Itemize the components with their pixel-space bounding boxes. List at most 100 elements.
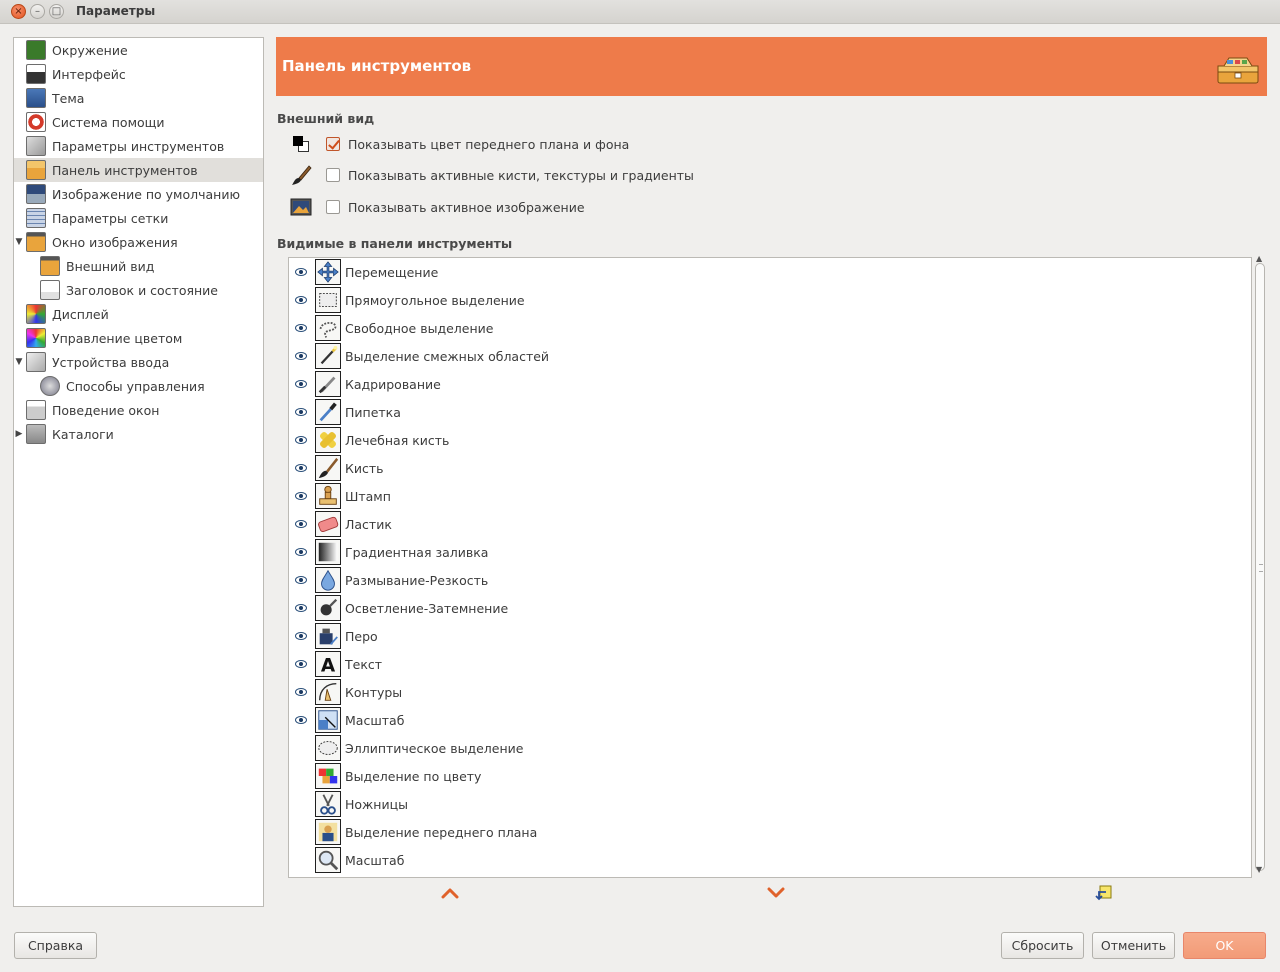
tool-row[interactable]: Ластик (289, 510, 1251, 538)
sidebar-item-theme[interactable]: Тема (14, 86, 263, 110)
sidebar-item-grid[interactable]: Параметры сетки (14, 206, 263, 230)
tool-row[interactable]: Эллиптическое выделение (289, 734, 1251, 762)
visibility-eye-icon[interactable] (295, 632, 307, 640)
sidebar-item-title-status[interactable]: Заголовок и состояние (14, 278, 263, 302)
tool-row[interactable]: Лечебная кисть (289, 426, 1251, 454)
visibility-eye-icon[interactable] (295, 520, 307, 528)
tool-row[interactable]: Свободное выделение (289, 314, 1251, 342)
visibility-eye-icon[interactable] (295, 688, 307, 696)
tool-row[interactable]: Выделение переднего плана (289, 818, 1251, 846)
sidebar-item-color-management[interactable]: Управление цветом (14, 326, 263, 350)
sidebar-item-default-image[interactable]: Изображение по умолчанию (14, 182, 263, 206)
crop-icon (315, 371, 341, 397)
text-tool-icon: A (315, 651, 341, 677)
option-show-fg-bg[interactable]: Показывать цвет переднего плана и фона (290, 133, 629, 155)
scroll-thumb[interactable] (1255, 263, 1265, 871)
option-show-brushes[interactable]: Показывать активные кисти, текстуры и гр… (290, 164, 694, 186)
tool-row[interactable]: Штамп (289, 482, 1251, 510)
tool-row[interactable]: Контуры (289, 678, 1251, 706)
sidebar-item-display[interactable]: Дисплей (14, 302, 263, 326)
active-image-checkbox[interactable] (326, 200, 340, 214)
sidebar-item-toolbox[interactable]: Панель инструментов (14, 158, 263, 182)
window-close-button[interactable]: × (11, 4, 26, 19)
sidebar-item-image-window[interactable]: ▼ Окно изображения (14, 230, 263, 254)
sidebar-item-input-devices[interactable]: ▼ Устройства ввода (14, 350, 263, 374)
tool-row[interactable]: Кадрирование (289, 370, 1251, 398)
select-by-color-icon (315, 763, 341, 789)
tool-row[interactable]: Осветление-Затемнение (289, 594, 1251, 622)
sidebar-item-help-system[interactable]: Система помощи (14, 110, 263, 134)
visibility-eye-icon[interactable] (295, 604, 307, 612)
tool-row[interactable]: Масштаб (289, 846, 1251, 874)
tool-row[interactable]: Ножницы (289, 790, 1251, 818)
visibility-eye-icon[interactable] (295, 576, 307, 584)
visibility-toggle[interactable] (295, 828, 307, 836)
tool-row[interactable]: Размывание-Резкость (289, 566, 1251, 594)
move-down-button[interactable] (766, 884, 786, 902)
sidebar-item-window-management[interactable]: Поведение окон (14, 398, 263, 422)
section-header: Панель инструментов (276, 37, 1267, 96)
visibility-eye-icon[interactable] (295, 464, 307, 472)
visibility-eye-icon[interactable] (295, 296, 307, 304)
sidebar-item-label: Панель инструментов (52, 162, 198, 178)
scroll-up-icon[interactable]: ▲ (1256, 254, 1262, 263)
sidebar-item-appearance[interactable]: Внешний вид (14, 254, 263, 278)
tool-row[interactable]: Пипетка (289, 398, 1251, 426)
visibility-toggle[interactable] (295, 772, 307, 780)
visibility-eye-icon[interactable] (295, 716, 307, 724)
sidebar-item-input-controllers[interactable]: Способы управления (14, 374, 263, 398)
window-management-icon (26, 400, 46, 420)
visibility-eye-icon[interactable] (295, 436, 307, 444)
tools-scrollbar[interactable]: ▲ ▼ (1254, 254, 1267, 878)
tool-row[interactable]: Масштаб (289, 706, 1251, 734)
visibility-eye-icon[interactable] (295, 492, 307, 500)
tool-row[interactable]: Перо (289, 622, 1251, 650)
theme-icon (26, 88, 46, 108)
ok-button[interactable]: OK (1183, 932, 1266, 959)
sidebar-item-label: Окно изображения (52, 234, 178, 250)
collapse-arrow-icon[interactable]: ▼ (14, 237, 24, 247)
visibility-eye-icon[interactable] (295, 324, 307, 332)
tool-row[interactable]: Выделение по цвету (289, 762, 1251, 790)
sidebar-item-environment[interactable]: Окружение (14, 38, 263, 62)
tools-list[interactable]: Перемещение Прямоугольное выделение Свобод… (288, 257, 1252, 878)
sidebar-item-folders[interactable]: ▶ Каталоги (14, 422, 263, 446)
move-up-button[interactable] (440, 884, 460, 902)
tool-row[interactable]: Перемещение (289, 258, 1251, 286)
window-maximize-button[interactable]: □ (49, 4, 64, 19)
tool-row[interactable]: Выделение смежных областей (289, 342, 1251, 370)
brushes-checkbox[interactable] (326, 168, 340, 182)
tool-row[interactable]: A Текст (289, 650, 1251, 678)
visibility-toggle[interactable] (295, 856, 307, 864)
title-status-icon (40, 280, 60, 300)
reset-button[interactable]: Сбросить (1001, 932, 1084, 959)
sidebar-item-interface[interactable]: Интерфейс (14, 62, 263, 86)
sidebar-item-tool-options[interactable]: Параметры инструментов (14, 134, 263, 158)
option-show-active-image[interactable]: Показывать активное изображение (290, 196, 585, 218)
visibility-eye-icon[interactable] (295, 268, 307, 276)
tool-label: Лечебная кисть (345, 432, 450, 448)
reset-order-button[interactable] (1094, 884, 1114, 902)
sidebar-item-label: Каталоги (52, 426, 114, 442)
visibility-toggle[interactable] (295, 800, 307, 808)
sidebar-item-label: Поведение окон (52, 402, 160, 418)
visibility-eye-icon[interactable] (295, 660, 307, 668)
tool-row[interactable]: Градиентная заливка (289, 538, 1251, 566)
help-button[interactable]: Справка (14, 932, 97, 959)
heal-icon (315, 427, 341, 453)
visibility-eye-icon[interactable] (295, 352, 307, 360)
expand-arrow-icon[interactable]: ▶ (14, 429, 24, 439)
page-title: Панель инструментов (282, 57, 472, 75)
visibility-eye-icon[interactable] (295, 380, 307, 388)
tool-row[interactable]: Кисть (289, 454, 1251, 482)
fg-bg-checkbox[interactable] (326, 137, 340, 151)
gradient-icon (315, 539, 341, 565)
scroll-down-icon[interactable]: ▼ (1256, 865, 1262, 874)
visibility-eye-icon[interactable] (295, 408, 307, 416)
cancel-button[interactable]: Отменить (1092, 932, 1175, 959)
window-minimize-button[interactable]: – (30, 4, 45, 19)
collapse-arrow-icon[interactable]: ▼ (14, 357, 24, 367)
tool-row[interactable]: Прямоугольное выделение (289, 286, 1251, 314)
visibility-toggle[interactable] (295, 744, 307, 752)
visibility-eye-icon[interactable] (295, 548, 307, 556)
